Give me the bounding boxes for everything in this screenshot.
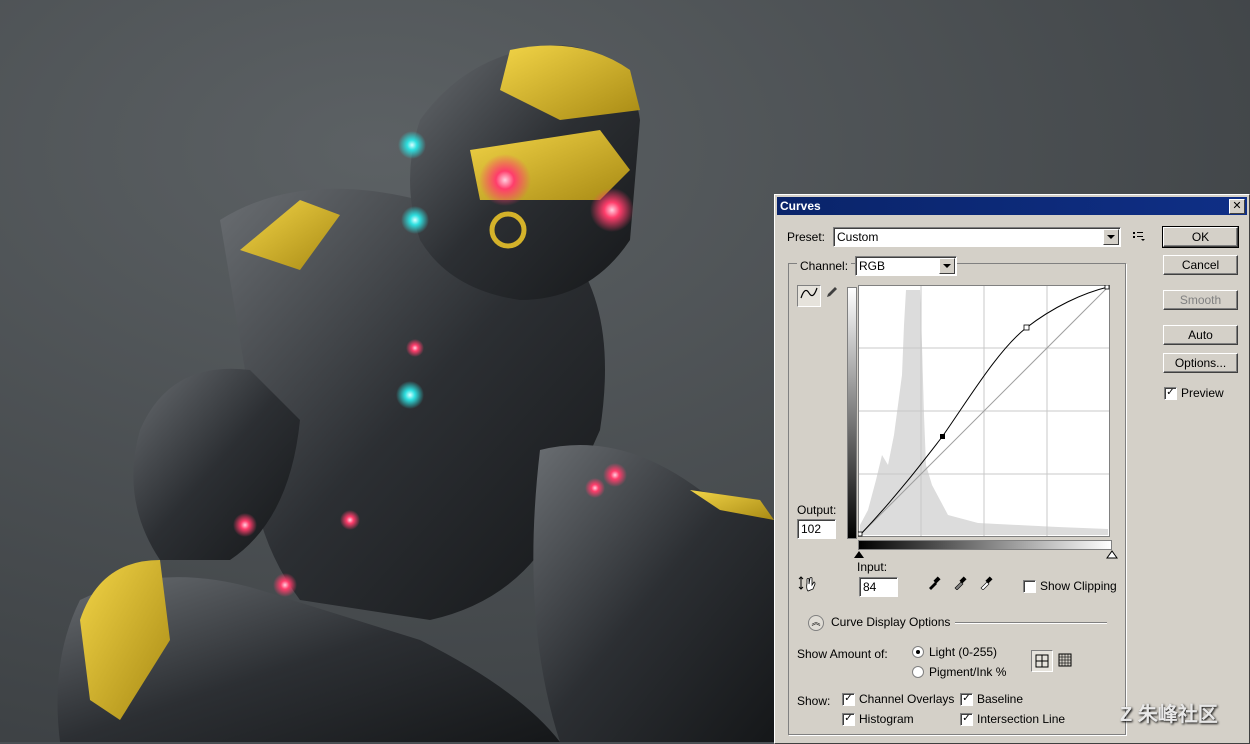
light-radio[interactable] <box>912 646 924 658</box>
input-gradient <box>858 540 1112 550</box>
chevron-down-icon[interactable] <box>939 258 955 274</box>
curve-point[interactable] <box>1104 285 1110 290</box>
separator <box>955 622 1107 624</box>
chevron-up-icon[interactable]: ︽ <box>808 615 824 631</box>
ok-button[interactable]: OK <box>1162 226 1239 248</box>
curves-dialog: Curves ✕ Preset: Custom Channel: RGB Out… <box>774 194 1250 744</box>
histogram-checkbox[interactable]: ✓ <box>842 713 855 726</box>
show-amount-label: Show Amount of: <box>797 647 888 661</box>
preset-dropdown[interactable]: Custom <box>833 227 1121 247</box>
light-radio-label: Light (0-255) <box>929 645 998 659</box>
baseline-label: Baseline <box>977 692 1024 706</box>
output-label: Output: <box>797 503 837 517</box>
channel-value: RGB <box>859 259 886 273</box>
auto-button[interactable]: Auto <box>1163 325 1238 345</box>
preset-value: Custom <box>837 230 879 244</box>
curve-point-icon[interactable] <box>797 285 821 307</box>
curve-display-options-label: Curve Display Options <box>831 615 951 629</box>
cancel-button[interactable]: Cancel <box>1163 255 1238 275</box>
eyedropper-white-icon[interactable] <box>975 576 997 596</box>
white-point-slider[interactable] <box>1106 550 1118 559</box>
baseline-checkbox[interactable]: ✓ <box>960 693 973 706</box>
input-field[interactable]: 84 <box>859 577 898 597</box>
curve-point-active[interactable] <box>940 434 945 439</box>
grid-4-icon[interactable] <box>1031 650 1053 672</box>
show-clipping-label: Show Clipping <box>1040 579 1117 593</box>
dialog-titlebar[interactable]: Curves ✕ <box>777 197 1247 215</box>
close-button[interactable]: ✕ <box>1229 199 1245 214</box>
hand-adjust-icon[interactable] <box>797 575 819 595</box>
channel-overlays-label: Channel Overlays <box>859 692 955 706</box>
output-field[interactable]: 102 <box>797 519 836 539</box>
show-label: Show: <box>797 694 831 708</box>
channel-label: Channel: <box>797 259 852 273</box>
curve-point[interactable] <box>858 531 863 537</box>
histogram-label: Histogram <box>859 712 914 726</box>
curves-graph[interactable] <box>858 285 1114 541</box>
curve-point[interactable] <box>1023 324 1030 331</box>
intersection-line-label: Intersection Line <box>977 712 1066 726</box>
eyedropper-gray-icon[interactable] <box>949 576 971 596</box>
intersection-line-checkbox[interactable]: ✓ <box>960 713 973 726</box>
input-label: Input: <box>857 560 888 574</box>
dialog-title: Curves <box>780 199 821 213</box>
preview-label: Preview <box>1181 386 1224 400</box>
preset-label: Preset: <box>787 230 826 244</box>
preset-menu-icon[interactable] <box>1132 230 1146 242</box>
smooth-button[interactable]: Smooth <box>1163 290 1238 310</box>
pigment-radio[interactable] <box>912 666 924 678</box>
grid-10-icon[interactable] <box>1055 650 1075 670</box>
black-point-slider[interactable] <box>853 550 865 559</box>
pigment-radio-label: Pigment/Ink % <box>929 665 1007 679</box>
output-gradient <box>847 287 857 539</box>
preview-checkbox[interactable]: ✓ <box>1164 387 1177 400</box>
chevron-down-icon[interactable] <box>1103 229 1119 245</box>
channel-overlays-checkbox[interactable]: ✓ <box>842 693 855 706</box>
show-clipping-checkbox[interactable] <box>1023 580 1036 593</box>
watermark: Z 朱峰社区 <box>1120 704 1218 726</box>
channel-dropdown[interactable]: RGB <box>855 256 957 276</box>
eyedropper-black-icon[interactable] <box>923 576 945 596</box>
options-button[interactable]: Options... <box>1163 353 1238 373</box>
pencil-icon[interactable] <box>821 285 843 305</box>
